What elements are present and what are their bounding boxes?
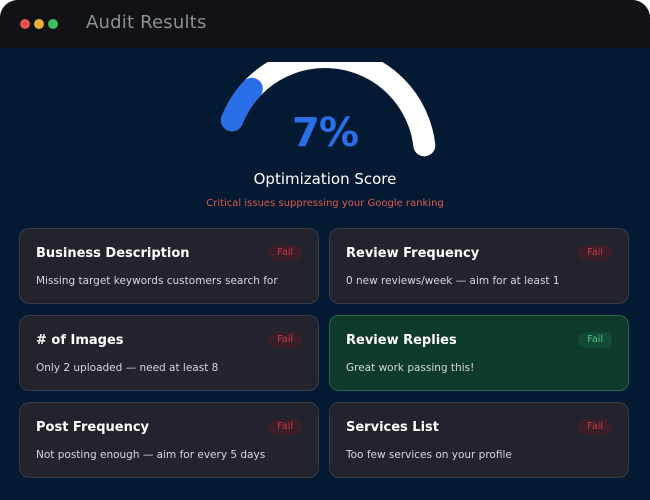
score-label: Optimization Score: [253, 170, 397, 188]
status-badge: Fail: [268, 419, 302, 435]
card-title: Review Frequency: [346, 246, 480, 261]
window-title: Audit Results: [86, 12, 207, 33]
card-description: Only 2 uploaded — need at least 8: [36, 362, 219, 374]
card-description: Not posting enough — aim for every 5 day…: [36, 449, 266, 461]
card-review-frequency[interactable]: Review Frequency Fail 0 new reviews/week…: [329, 228, 629, 304]
card-description: Great work passing this!: [346, 362, 475, 374]
status-badge: Fail: [578, 419, 612, 435]
card-business-description[interactable]: Business Description Fail Missing target…: [19, 228, 319, 304]
card-post-frequency[interactable]: Post Frequency Fail Not posting enough —…: [19, 402, 319, 478]
minimize-dot[interactable]: [34, 19, 44, 29]
card-services-list[interactable]: Services List Fail Too few services on y…: [329, 402, 629, 478]
status-badge: Fail: [578, 332, 612, 348]
card-title: Post Frequency: [36, 420, 150, 435]
status-badge: Fail: [268, 332, 302, 348]
card-description: Too few services on your profile: [346, 449, 512, 461]
card-images[interactable]: # of Images Fail Only 2 uploaded — need …: [19, 315, 319, 391]
title-bar: Audit Results: [0, 0, 650, 48]
card-title: Review Replies: [346, 333, 457, 348]
status-badge: Fail: [578, 245, 612, 261]
card-title: Business Description: [36, 246, 190, 261]
status-badge: Fail: [268, 245, 302, 261]
score-warning: Critical issues suppressing your Google …: [206, 198, 444, 209]
maximize-dot[interactable]: [48, 19, 58, 29]
card-description: 0 new reviews/week — aim for at least 1: [346, 275, 560, 287]
card-description: Missing target keywords customers search…: [36, 275, 278, 287]
close-dot[interactable]: [20, 19, 30, 29]
card-review-replies[interactable]: Review Replies Fail Great work passing t…: [329, 315, 629, 391]
card-title: # of Images: [36, 333, 124, 348]
audit-window: Audit Results 7% Optimization Score Crit…: [0, 0, 650, 500]
card-title: Services List: [346, 420, 439, 435]
score-value: 7%: [292, 110, 359, 156]
